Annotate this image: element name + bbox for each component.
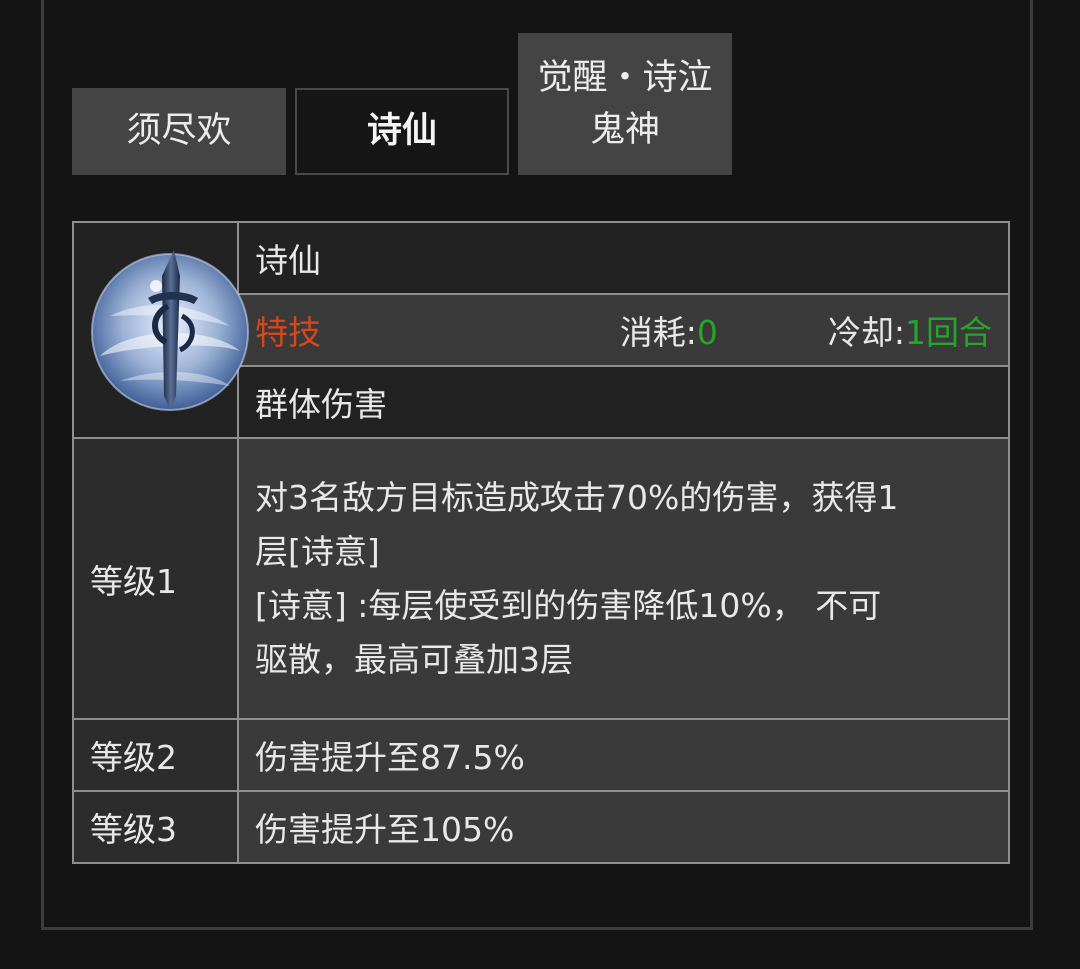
skill-cooldown: 冷却:1回合 <box>828 306 992 354</box>
description-line: [诗意] :每层使受到的伤害降低10%， 不可 <box>255 585 882 625</box>
skill-cost: 消耗:0 <box>620 306 718 354</box>
description-line: 驱散，最高可叠加3层 <box>255 639 573 679</box>
tab-label: 须尽欢 <box>126 111 232 152</box>
description-line: 对3名敌方目标造成攻击70%的伤害，获得1 <box>255 477 899 517</box>
skill-name: 诗仙 <box>237 221 1010 295</box>
level-3-label: 等级3 <box>72 790 239 864</box>
level-1-description: 对3名敌方目标造成攻击70%的伤害，获得1 层[诗意] [诗意] :每层使受到的… <box>237 437 1010 720</box>
level-2-description: 伤害提升至87.5% <box>237 718 1010 792</box>
tab-label-line1: 觉醒・诗泣 <box>537 57 713 98</box>
tab-shi-xian[interactable]: 诗仙 <box>295 88 509 175</box>
skill-category: 群体伤害 <box>237 365 1010 439</box>
skill-type-row: 特技 消耗:0 冷却:1回合 <box>237 293 1010 367</box>
level-3-description: 伤害提升至105% <box>237 790 1010 864</box>
tab-xu-jin-huan[interactable]: 须尽欢 <box>72 88 286 175</box>
sword-orb-icon <box>91 250 249 411</box>
tab-label: 诗仙 <box>366 111 437 152</box>
skill-detail-table: 诗仙 特技 消耗:0 冷却:1回合 群体伤害 等级1 对3名敌方目标造成攻击70… <box>72 221 1010 864</box>
cooldown-value: 1回合 <box>905 313 992 352</box>
skill-icon-cell <box>72 221 249 439</box>
tab-label-line2: 鬼神 <box>589 110 660 150</box>
level-1-label: 等级1 <box>72 437 239 720</box>
cooldown-label: 冷却: <box>827 313 905 352</box>
tab-label: 觉醒・诗泣 鬼神 <box>537 52 712 157</box>
description-line: 层[诗意] <box>255 531 380 571</box>
tab-awaken-shi-qi-gui-shen[interactable]: 觉醒・诗泣 鬼神 <box>518 33 732 175</box>
skill-tag: 特技 <box>255 313 321 352</box>
cost-label: 消耗: <box>619 313 697 352</box>
level-2-label: 等级2 <box>72 718 239 792</box>
cost-value: 0 <box>696 313 718 352</box>
